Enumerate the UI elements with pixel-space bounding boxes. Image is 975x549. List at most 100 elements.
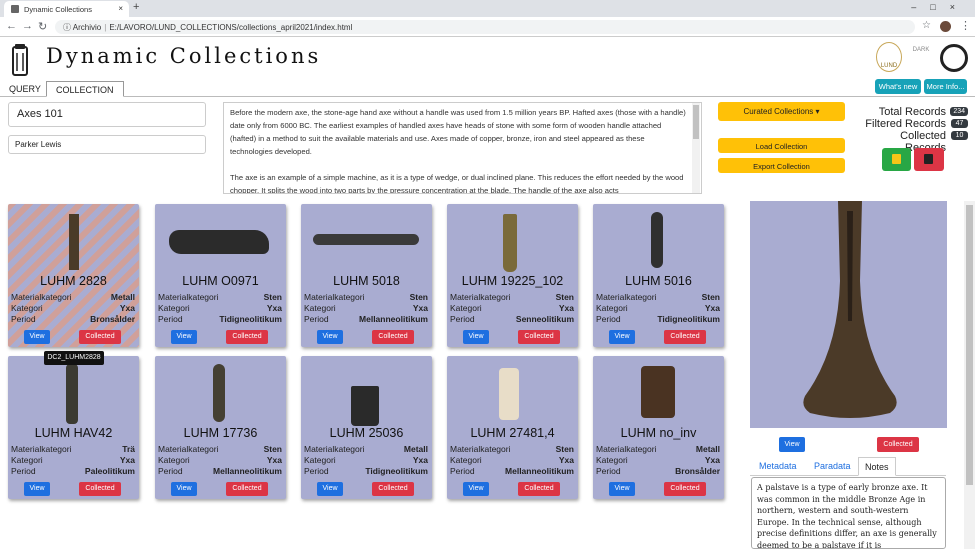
load-collection-button[interactable]: Load Collection: [718, 138, 845, 153]
artifact-title: LUHM HAV42: [34, 426, 113, 440]
cnr-logo: [940, 44, 968, 72]
lock-collection-button[interactable]: [882, 148, 911, 171]
view-button[interactable]: View: [609, 482, 635, 496]
tab-notes[interactable]: Notes: [858, 457, 896, 476]
tab-collection[interactable]: COLLECTION: [46, 81, 124, 97]
artifact-title: LUHM 2828: [40, 274, 107, 288]
metadata-value: Yxa: [119, 455, 135, 465]
collected-button[interactable]: Collected: [664, 482, 706, 496]
metadata-value: Yxa: [558, 303, 574, 313]
tooltip: DC2_LUHM2828: [44, 351, 104, 365]
lund-university-logo: LUND: [876, 42, 902, 72]
artifact-card[interactable]: LUHM 19225_102 Materialkategori Sten Katego…: [447, 204, 578, 347]
artifact-title: LUHM 5016: [625, 274, 692, 288]
artifact-card[interactable]: LUHM 25036 Materialkategori Metall Kategori…: [301, 356, 432, 499]
artifact-card[interactable]: LUHM O0971 Materialkategori Sten Kategori Yx…: [155, 204, 286, 347]
address-url: E:/LAVORO/LUND_COLLECTIONS/collections_a…: [109, 23, 353, 32]
records-summary: Total Records 234 Filtered Records 47 Coll…: [860, 106, 968, 154]
artifact-card[interactable]: LUHM 2828 Materialkategori Metall Kategori Y…: [8, 204, 139, 347]
metadata-label: Kategori: [304, 303, 336, 313]
view-button[interactable]: View: [609, 330, 635, 344]
view-button[interactable]: View: [24, 482, 50, 496]
collected-records-badge: 10: [951, 131, 968, 140]
total-records-label: Total Records: [878, 106, 946, 118]
metadata-label: Period: [304, 314, 329, 324]
reload-icon[interactable]: ↻: [38, 20, 47, 33]
artifact-title: LUHM 5018: [333, 274, 400, 288]
main-tabs: QUERY COLLECTION: [0, 81, 975, 97]
view-button[interactable]: View: [317, 330, 343, 344]
metadata-label: Materialkategori: [596, 292, 657, 302]
new-tab-button[interactable]: +: [133, 1, 139, 13]
metadata-value: Yxa: [266, 303, 282, 313]
detail-view-button[interactable]: View: [779, 437, 805, 452]
artifact-metadata: Materialkategori Metall Kategori Yxa Period T…: [304, 444, 428, 477]
collected-button[interactable]: Collected: [79, 330, 121, 344]
collected-button[interactable]: Collected: [79, 482, 121, 496]
view-button[interactable]: View: [171, 330, 197, 344]
metadata-label: Kategori: [450, 455, 482, 465]
dark-lab-logo: DARK: [912, 47, 930, 53]
collected-button[interactable]: Collected: [664, 330, 706, 344]
collected-button[interactable]: Collected: [518, 482, 560, 496]
artifact-thumbnail: [447, 210, 578, 272]
artifact-card[interactable]: LUHM 5016 Materialkategori Sten Kategori Yxa…: [593, 204, 724, 347]
tab-metadata[interactable]: Metadata: [753, 457, 803, 476]
curated-collections-label: Curated Collections: [743, 107, 814, 116]
metadata-label: Period: [11, 466, 36, 476]
address-bar[interactable]: ⓘ Archivio | E:/LAVORO/LUND_COLLECTIONS/co…: [55, 20, 915, 34]
detail-collected-button[interactable]: Collected: [877, 437, 919, 452]
metadata-value: Sten: [701, 292, 720, 302]
collection-name-field[interactable]: Axes 101: [8, 102, 206, 127]
filtered-records-label: Filtered Records: [865, 118, 946, 130]
tab-query[interactable]: QUERY: [0, 81, 50, 97]
artifact-card[interactable]: LUHM no_inv Materialkategori Metall Kategor…: [593, 356, 724, 499]
notes-textarea[interactable]: A palstave is a type of early bronze axe…: [751, 477, 946, 549]
collected-button[interactable]: Collected: [372, 330, 414, 344]
bookmark-star-icon[interactable]: ☆: [922, 20, 931, 31]
metadata-value: Paleolitikum: [84, 466, 135, 476]
collection-author-field[interactable]: Parker Lewis: [8, 135, 206, 154]
page-scrollbar[interactable]: [964, 201, 975, 549]
metadata-label: Kategori: [11, 303, 43, 313]
artifact-metadata: Materialkategori Trä Kategori Yxa Period Pale…: [11, 444, 135, 477]
window-controls[interactable]: –□×: [911, 2, 969, 12]
collected-button[interactable]: Collected: [518, 330, 560, 344]
collected-button[interactable]: Collected: [226, 330, 268, 344]
artifact-metadata: Materialkategori Metall Kategori Yxa Period B…: [11, 292, 135, 325]
back-arrow-icon[interactable]: ←: [6, 20, 17, 32]
close-tab-icon[interactable]: ×: [118, 4, 123, 13]
view-button[interactable]: View: [463, 330, 489, 344]
export-collection-button[interactable]: Export Collection: [718, 158, 845, 173]
metadata-value: Yxa: [119, 303, 135, 313]
profile-avatar[interactable]: [940, 21, 951, 32]
caret-down-icon: ▾: [815, 107, 820, 116]
collected-button[interactable]: Collected: [372, 482, 414, 496]
metadata-value: Senneolitikum: [515, 314, 574, 324]
forward-arrow-icon[interactable]: →: [22, 20, 33, 32]
browser-menu-icon[interactable]: ⋮: [960, 19, 971, 32]
metadata-label: Materialkategori: [304, 292, 365, 302]
metadata-label: Period: [11, 314, 36, 324]
artifact-metadata: Materialkategori Sten Kategori Yxa Period Tid…: [158, 292, 282, 325]
artifact-card[interactable]: LUHM 5018 Materialkategori Sten Kategori Yxa…: [301, 204, 432, 347]
artifact-card[interactable]: LUHM HAV42 Materialkategori Trä Kategori Yxa…: [8, 356, 139, 499]
view-button[interactable]: View: [463, 482, 489, 496]
artifact-image: [750, 201, 947, 428]
view-button[interactable]: View: [24, 330, 50, 344]
page-favicon-icon: [11, 5, 19, 13]
browser-tab[interactable]: Dynamic Collections ×: [4, 1, 129, 17]
metadata-label: Kategori: [158, 455, 190, 465]
collection-description[interactable]: Before the modern axe, the stone-age han…: [223, 102, 702, 194]
collected-button[interactable]: Collected: [226, 482, 268, 496]
tab-paradata[interactable]: Paradata: [808, 457, 857, 476]
artifact-card[interactable]: LUHM 27481,4 Materialkategori Sten Kategori…: [447, 356, 578, 499]
view-button[interactable]: View: [317, 482, 343, 496]
description-scrollbar[interactable]: [692, 103, 700, 193]
metadata-label: Period: [450, 314, 475, 324]
view-button[interactable]: View: [171, 482, 197, 496]
artifact-card[interactable]: LUHM 17736 Materialkategori Sten Kategori Yx…: [155, 356, 286, 499]
delete-collection-button[interactable]: [914, 148, 944, 171]
curated-collections-dropdown[interactable]: Curated Collections ▾: [718, 102, 845, 121]
metadata-label: Period: [304, 466, 329, 476]
